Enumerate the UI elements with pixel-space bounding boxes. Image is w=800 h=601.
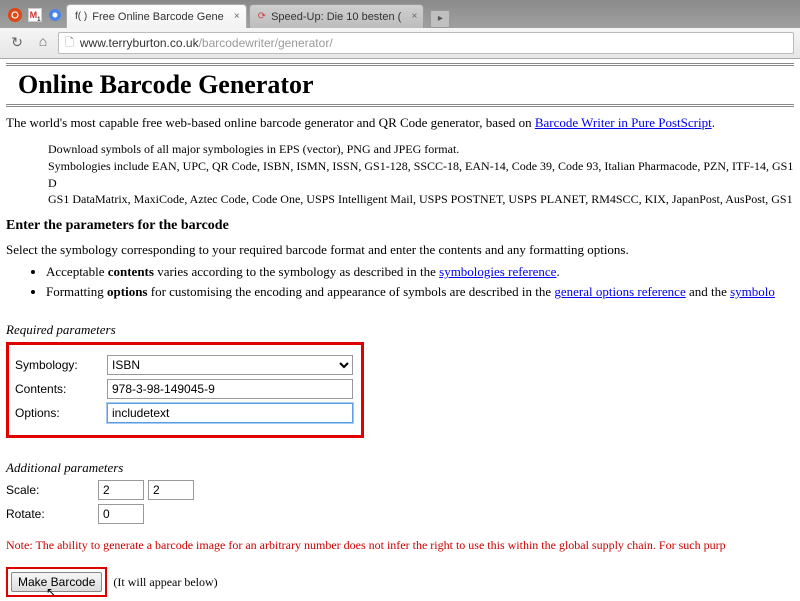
tab-favicon: f( ) — [75, 11, 87, 22]
additional-params: Scale: Rotate: — [6, 480, 794, 524]
rotate-label: Rotate: — [6, 507, 98, 521]
supply-chain-note: Note: The ability to generate a barcode … — [6, 538, 794, 553]
tab-inactive[interactable]: ⟳ Speed-Up: Die 10 besten ( × — [249, 4, 425, 28]
blurb: Download symbols of all major symbologie… — [48, 141, 794, 208]
divider — [6, 104, 794, 107]
tab-favicon: ⟳ — [258, 11, 266, 22]
text: and the — [686, 284, 730, 299]
tab-title: Speed-Up: Die 10 besten ( — [271, 11, 401, 23]
general-options-link[interactable]: general options reference — [554, 284, 685, 299]
text: contents — [108, 264, 154, 279]
reload-icon[interactable]: ↻ — [6, 32, 28, 54]
text: . — [556, 264, 559, 279]
url-bar[interactable]: 🗋 www.terryburton.co.uk/barcodewriter/ge… — [58, 32, 794, 54]
page-title: Online Barcode Generator — [6, 66, 794, 104]
text: . — [712, 115, 715, 130]
text: varies according to the symbology as des… — [154, 264, 439, 279]
options-label: Options: — [15, 406, 107, 420]
symbology-label: Symbology: — [15, 358, 107, 372]
tab-bar: M1 f( ) Free Online Barcode Gene × ⟳ Spe… — [0, 0, 800, 28]
required-params-highlight: Symbology: ISBN Contents: Options: — [6, 342, 364, 438]
scale-x-input[interactable] — [98, 480, 144, 500]
text: options — [107, 284, 147, 299]
list-item: Formatting options for customising the e… — [46, 284, 794, 300]
symbology-options-link[interactable]: symbolo — [730, 284, 775, 299]
symbology-select[interactable]: ISBN — [107, 355, 353, 375]
make-barcode-button[interactable]: Make Barcode — [11, 572, 102, 592]
gmail-icon[interactable]: M1 — [28, 8, 42, 22]
contents-input[interactable] — [107, 379, 353, 399]
blurb-line: GS1 DataMatrix, MaxiCode, Aztec Code, Co… — [48, 191, 794, 208]
text: for customising the encoding and appeara… — [148, 284, 555, 299]
symbologies-ref-link[interactable]: symbologies reference — [439, 264, 556, 279]
additional-params-label: Additional parameters — [6, 460, 794, 476]
home-icon[interactable]: ⌂ — [32, 32, 54, 54]
nav-bar: ↻ ⌂ 🗋 www.terryburton.co.uk/barcodewrite… — [0, 28, 800, 58]
globe-icon: 🗋 — [65, 34, 74, 53]
text: The world's most capable free web-based … — [6, 115, 535, 130]
new-tab-button[interactable]: ▸ — [430, 10, 450, 28]
close-icon[interactable]: × — [411, 11, 417, 22]
rotate-input[interactable] — [98, 504, 144, 524]
browser-icon[interactable] — [48, 8, 62, 22]
url-host: www.terryburton.co.uk — [80, 36, 199, 50]
make-button-highlight: Make Barcode ↖ — [6, 567, 107, 597]
intro-text: The world's most capable free web-based … — [6, 115, 794, 131]
close-icon[interactable]: × — [234, 11, 240, 22]
required-params-label: Required parameters — [6, 322, 794, 338]
contents-label: Contents: — [15, 382, 107, 396]
blurb-line: Symbologies include EAN, UPC, QR Code, I… — [48, 158, 794, 192]
browser-chrome: M1 f( ) Free Online Barcode Gene × ⟳ Spe… — [0, 0, 800, 59]
postscript-link[interactable]: Barcode Writer in Pure PostScript — [535, 115, 712, 130]
appear-below-text: (It will appear below) — [113, 575, 217, 590]
make-row: Make Barcode ↖ (It will appear below) — [6, 567, 794, 597]
blurb-line: Download symbols of all major symbologie… — [48, 141, 794, 158]
text: Formatting — [46, 284, 107, 299]
tab-active[interactable]: f( ) Free Online Barcode Gene × — [66, 4, 247, 28]
params-heading: Enter the parameters for the barcode — [6, 218, 794, 234]
tab-title: Free Online Barcode Gene — [92, 11, 223, 23]
ubuntu-icon — [8, 8, 22, 22]
list-item: Acceptable contents varies according to … — [46, 264, 794, 280]
text: Acceptable — [46, 264, 108, 279]
params-desc: Select the symbology corresponding to yo… — [6, 242, 794, 258]
page-content: Online Barcode Generator The world's mos… — [0, 59, 800, 601]
scale-label: Scale: — [6, 483, 98, 497]
scale-y-input[interactable] — [148, 480, 194, 500]
options-input[interactable] — [107, 403, 353, 423]
bullet-list: Acceptable contents varies according to … — [46, 264, 794, 300]
url-path: /barcodewriter/generator/ — [199, 36, 333, 50]
